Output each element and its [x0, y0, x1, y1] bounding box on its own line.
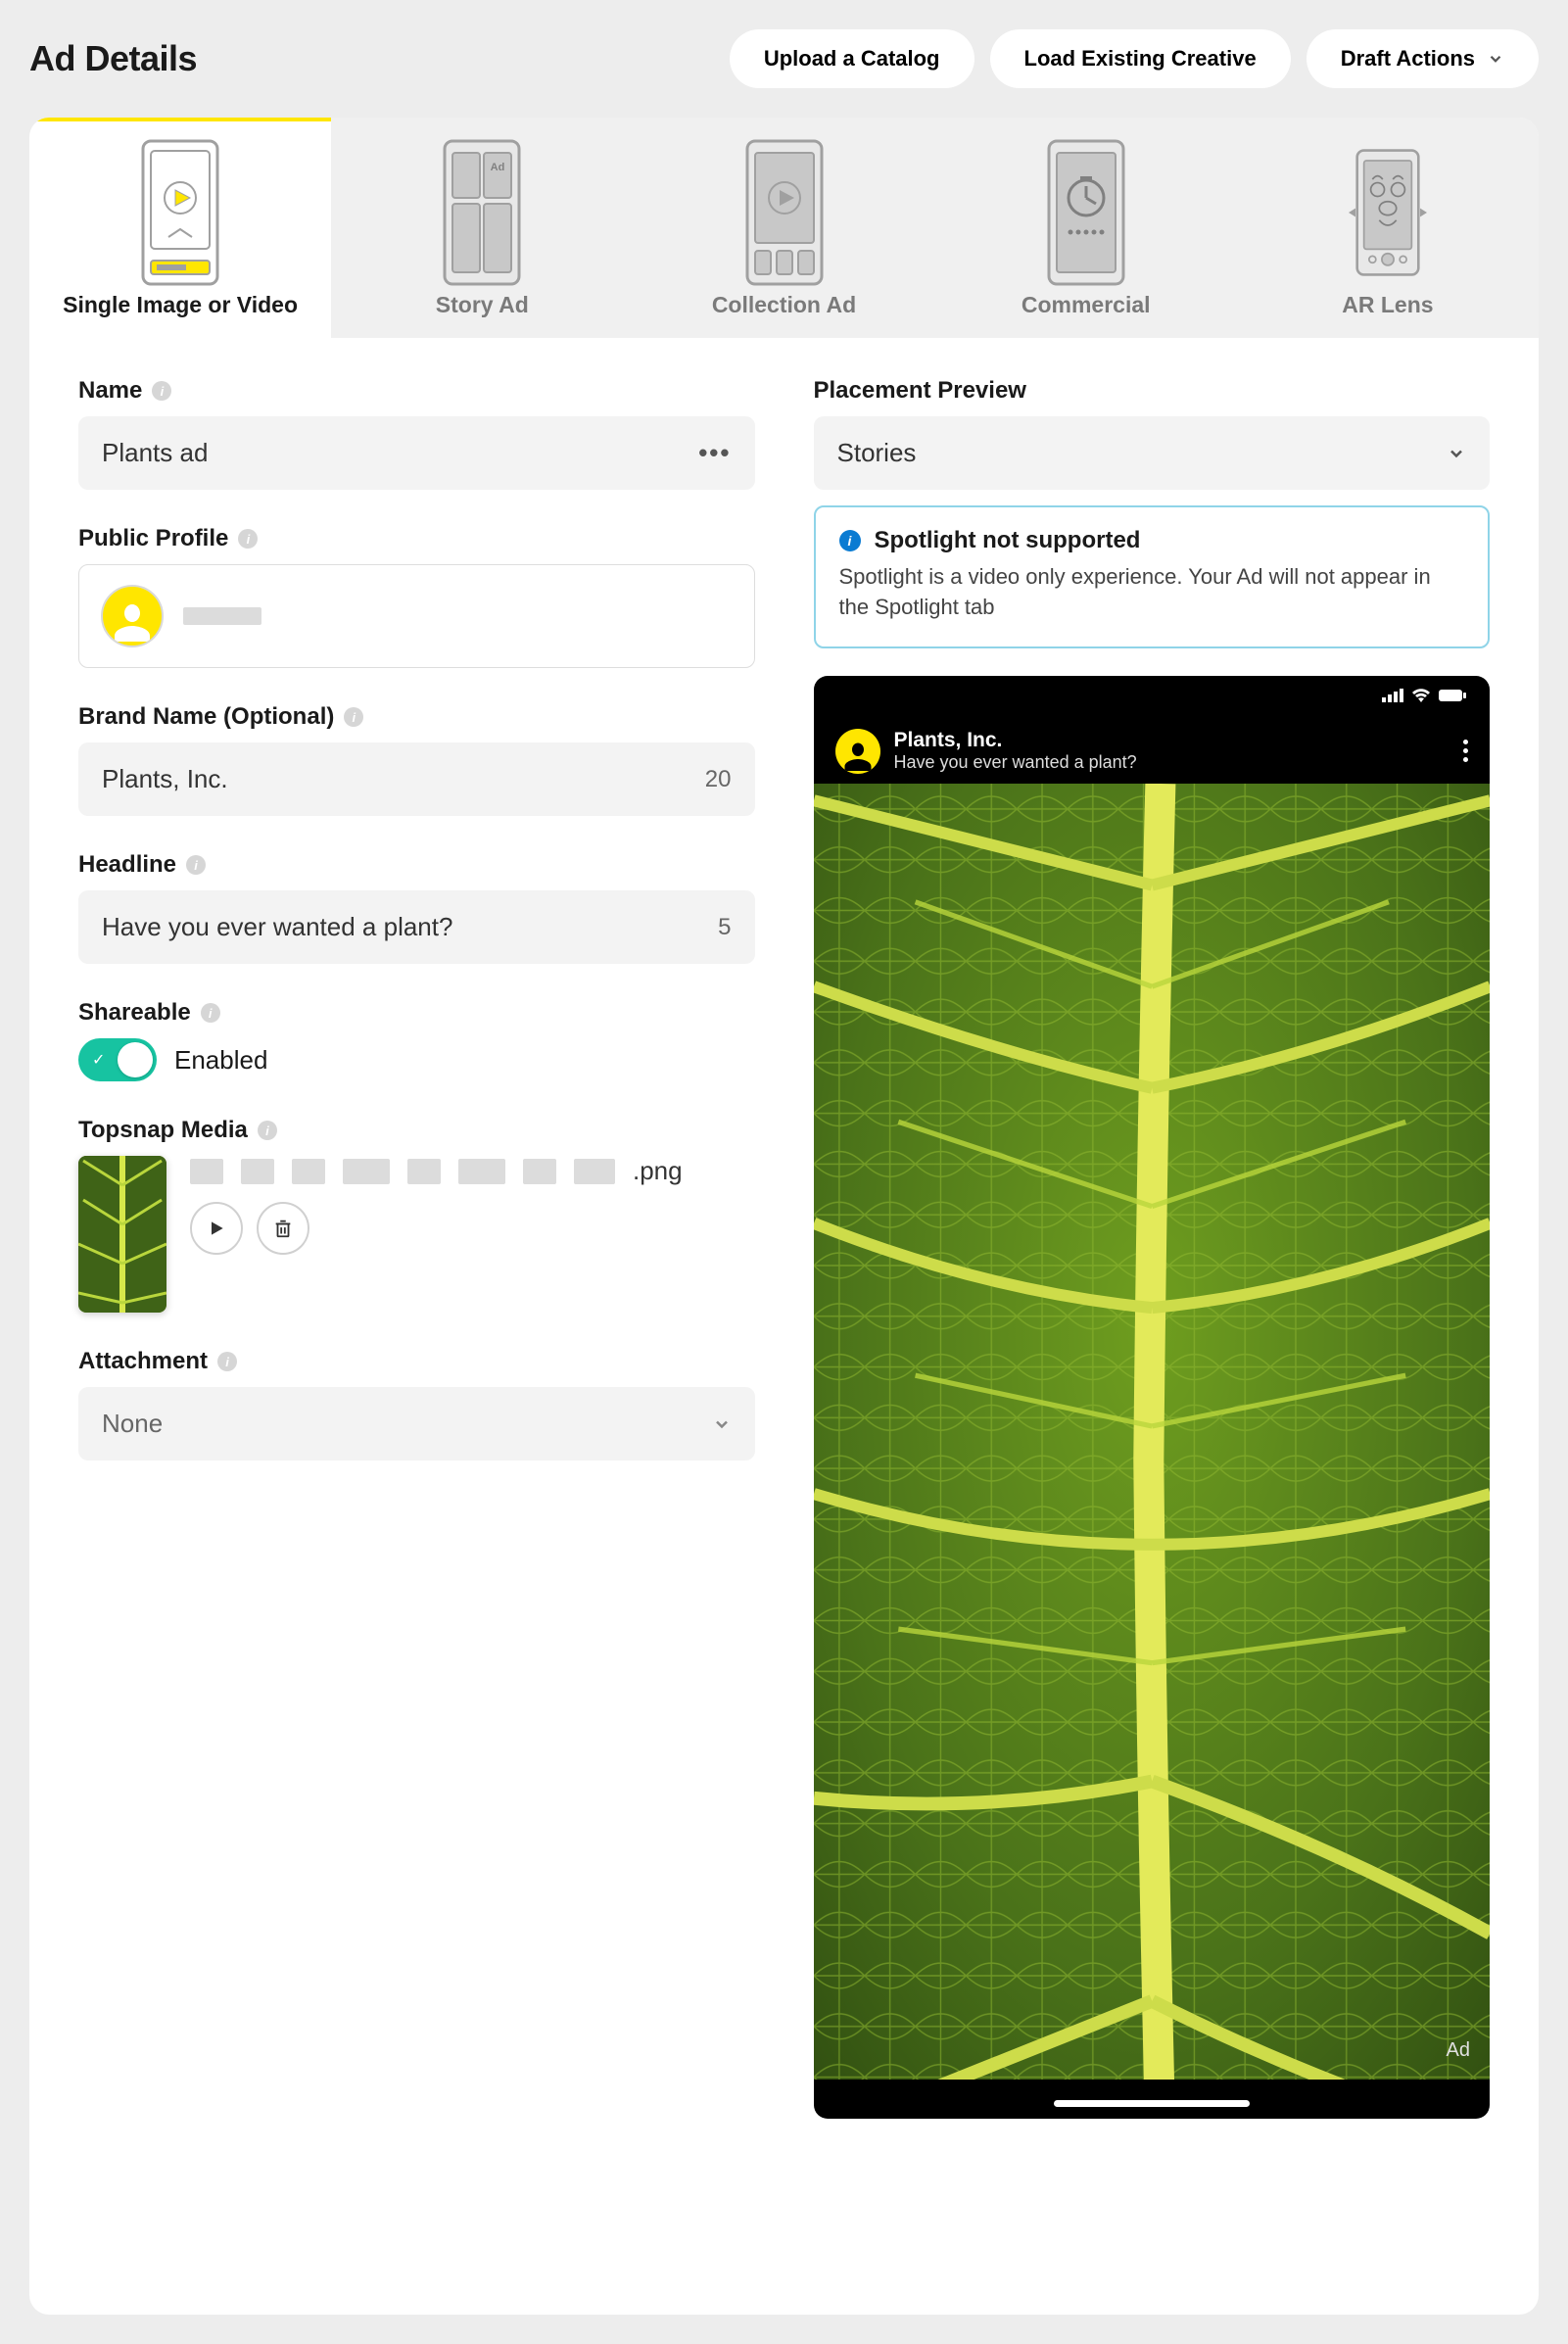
chevron-down-icon: [1447, 444, 1466, 463]
shareable-label: Shareable: [78, 999, 191, 1027]
headline-input[interactable]: Have you ever wanted a plant? 5: [78, 890, 755, 964]
brand-name-value: Plants, Inc.: [102, 764, 228, 794]
ar-lens-icon: [1349, 139, 1427, 286]
headline-char-count: 5: [718, 914, 731, 941]
delete-media-button[interactable]: [257, 1202, 309, 1255]
tab-label: Collection Ad: [712, 292, 856, 318]
name-label: Name: [78, 377, 142, 405]
wifi-icon: [1411, 688, 1431, 702]
chevron-down-icon: [712, 1414, 732, 1434]
leaf-image-icon: [78, 1156, 166, 1313]
story-ad-icon: Ad: [443, 139, 521, 286]
ad-preview-brand: Plants, Inc.: [894, 729, 1450, 752]
tab-collection-ad[interactable]: Collection Ad: [633, 118, 934, 338]
attachment-select[interactable]: None: [78, 1387, 755, 1460]
info-icon[interactable]: i: [258, 1121, 277, 1140]
public-profile-label: Public Profile: [78, 525, 228, 552]
battery-icon: [1439, 689, 1466, 702]
placement-preview-label: Placement Preview: [814, 377, 1026, 405]
tab-ar-lens[interactable]: AR Lens: [1237, 118, 1539, 338]
single-image-video-icon: [141, 139, 219, 286]
page-title: Ad Details: [29, 38, 197, 79]
info-icon[interactable]: i: [217, 1352, 237, 1371]
upload-catalog-button[interactable]: Upload a Catalog: [730, 29, 974, 88]
ad-badge: Ad: [1447, 2039, 1470, 2062]
name-value: Plants ad: [102, 438, 208, 468]
commercial-icon: [1047, 139, 1125, 286]
avatar: [101, 585, 164, 647]
load-creative-button[interactable]: Load Existing Creative: [990, 29, 1291, 88]
media-thumbnail[interactable]: [78, 1156, 166, 1313]
placement-value: Stories: [837, 438, 917, 468]
placement-select[interactable]: Stories: [814, 416, 1491, 490]
info-icon[interactable]: i: [201, 1003, 220, 1023]
info-icon[interactable]: i: [344, 707, 363, 727]
media-extension: .png: [633, 1156, 683, 1186]
ad-preview-headline: Have you ever wanted a plant?: [894, 752, 1450, 773]
tab-story-ad[interactable]: Ad Story Ad: [331, 118, 633, 338]
info-icon[interactable]: i: [152, 381, 171, 401]
attachment-label: Attachment: [78, 1348, 208, 1375]
tab-label: Story Ad: [436, 292, 529, 318]
ad-preview-menu-icon: [1463, 740, 1468, 762]
draft-actions-label: Draft Actions: [1341, 46, 1475, 72]
play-icon: [207, 1219, 226, 1238]
headline-value: Have you ever wanted a plant?: [102, 912, 452, 942]
draft-actions-button[interactable]: Draft Actions: [1307, 29, 1539, 88]
public-profile-selector[interactable]: [78, 564, 755, 668]
brand-name-input[interactable]: Plants, Inc. 20: [78, 742, 755, 816]
headline-label: Headline: [78, 851, 176, 879]
tab-label: Single Image or Video: [63, 292, 298, 318]
info-icon[interactable]: i: [186, 855, 206, 875]
check-icon: ✓: [92, 1050, 105, 1070]
ad-type-tabs: Single Image or Video Ad Story Ad: [29, 118, 1539, 338]
home-indicator: [1054, 2100, 1250, 2107]
brand-name-label: Brand Name (Optional): [78, 703, 334, 731]
info-icon: i: [839, 530, 861, 551]
kebab-icon[interactable]: •••: [698, 438, 731, 468]
svg-text:Ad: Ad: [491, 162, 505, 173]
tab-label: Commercial: [1022, 292, 1151, 318]
ad-avatar: [835, 729, 880, 774]
phone-status-bar: [814, 676, 1491, 715]
ad-preview-media: [814, 784, 1491, 2080]
shareable-state: Enabled: [174, 1045, 267, 1076]
notice-title: Spotlight not supported: [875, 527, 1141, 554]
spotlight-notice: i Spotlight not supported Spotlight is a…: [814, 505, 1491, 648]
info-icon[interactable]: i: [238, 529, 258, 549]
tab-label: AR Lens: [1342, 292, 1433, 318]
media-filename: .png: [190, 1156, 755, 1186]
trash-icon: [272, 1218, 294, 1239]
chevron-down-icon: [1487, 50, 1504, 68]
collection-ad-icon: [745, 139, 824, 286]
topsnap-media-label: Topsnap Media: [78, 1117, 248, 1144]
brand-name-char-count: 20: [705, 766, 732, 793]
shareable-toggle[interactable]: ✓: [78, 1038, 157, 1081]
name-input[interactable]: Plants ad •••: [78, 416, 755, 490]
profile-name-redacted: [183, 607, 261, 625]
tab-commercial[interactable]: Commercial: [935, 118, 1237, 338]
play-media-button[interactable]: [190, 1202, 243, 1255]
tab-single-image-video[interactable]: Single Image or Video: [29, 118, 331, 338]
cellular-icon: [1382, 689, 1403, 702]
attachment-value: None: [102, 1409, 163, 1439]
ad-preview: Plants, Inc. Have you ever wanted a plan…: [814, 676, 1491, 2119]
notice-body: Spotlight is a video only experience. Yo…: [839, 562, 1465, 623]
